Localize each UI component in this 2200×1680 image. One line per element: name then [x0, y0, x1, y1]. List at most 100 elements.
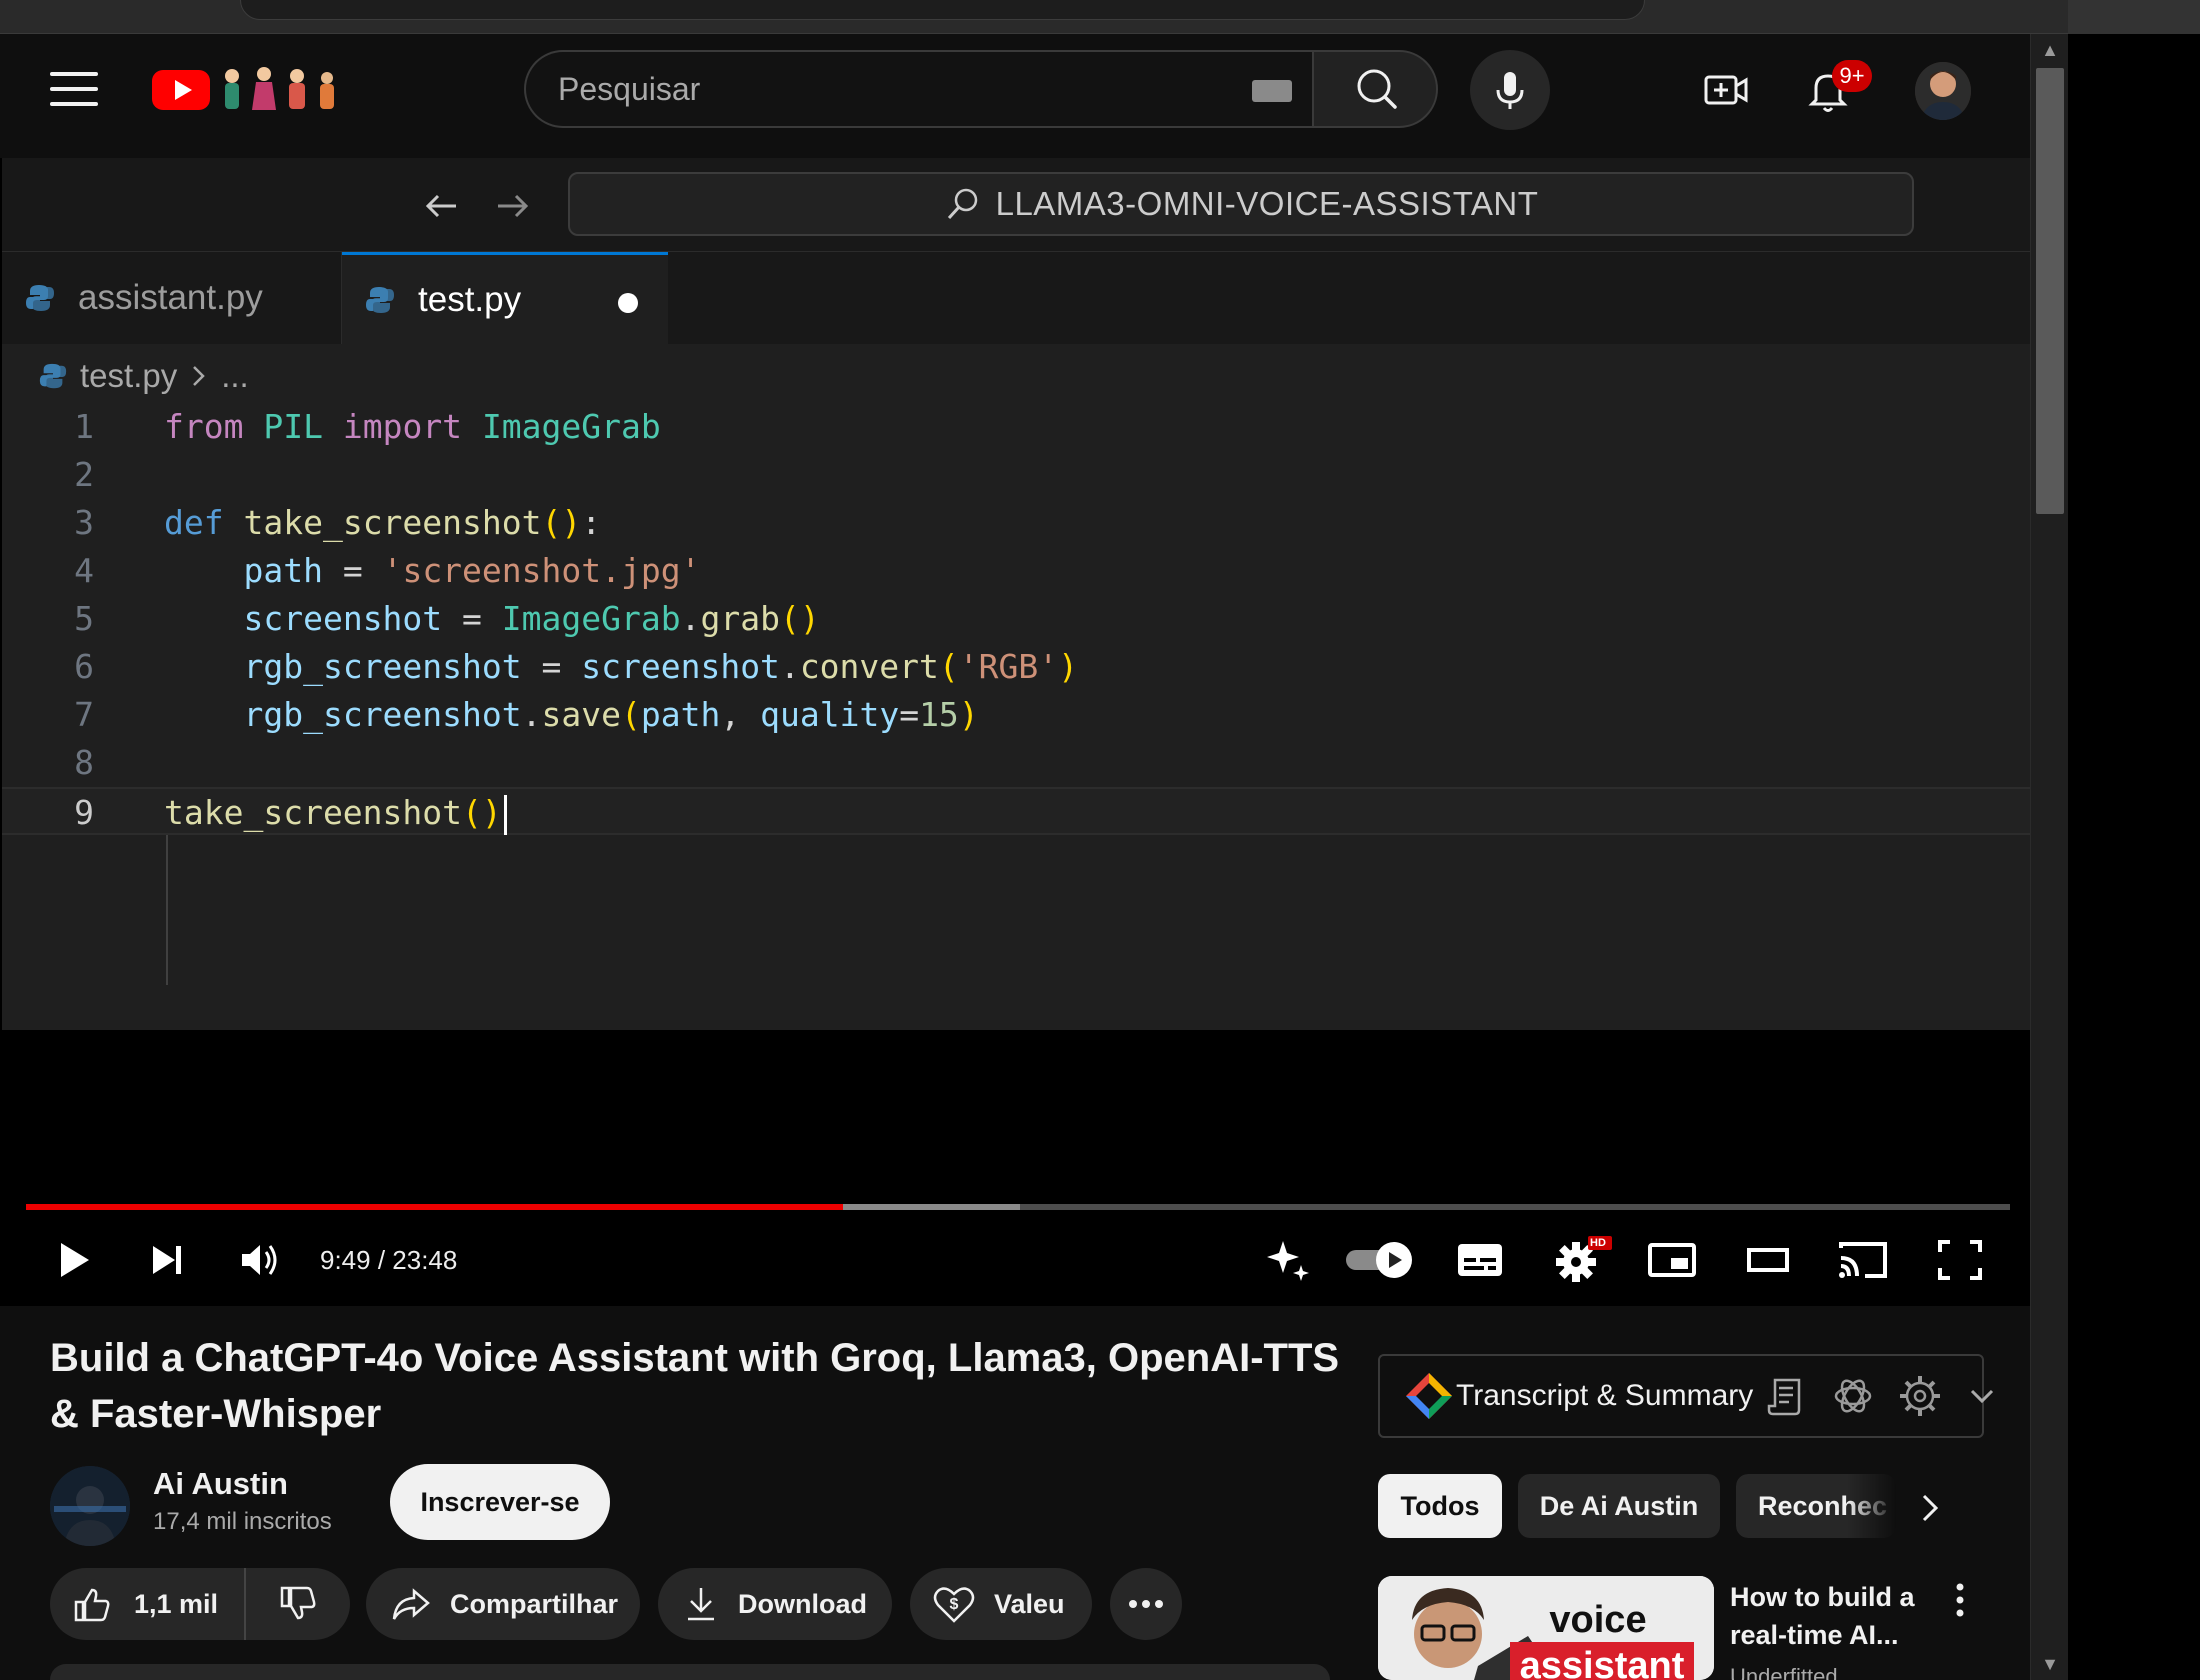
- menu-icon[interactable]: [50, 72, 98, 108]
- code-editor[interactable]: 1 from PIL import ImageGrab 2 3 def take_scr…: [2, 403, 2030, 1003]
- thumb-text-assistant: assistant: [1520, 1645, 1685, 1680]
- chip-all[interactable]: Todos: [1378, 1474, 1502, 1538]
- voice-search-button[interactable]: [1470, 50, 1550, 130]
- breadcrumb-rest[interactable]: ...: [221, 357, 249, 395]
- autoplay-toggle[interactable]: [1344, 1232, 1416, 1288]
- extension-logo-icon: [1406, 1373, 1452, 1419]
- like-count: 1,1 mil: [134, 1588, 219, 1619]
- miniplayer-button[interactable]: [1646, 1232, 1698, 1288]
- code-line[interactable]: 3 def take_screenshot():: [2, 499, 2030, 547]
- ai-features-button[interactable]: [1260, 1232, 1316, 1288]
- code-token: 'screenshot.jpg': [382, 551, 701, 590]
- volume-button[interactable]: [234, 1232, 288, 1288]
- code-token: ImageGrab: [481, 407, 661, 446]
- recommended-title[interactable]: How to build a real-time AI...: [1730, 1578, 1930, 1654]
- code-line[interactable]: 2: [2, 451, 2030, 499]
- search-input[interactable]: [558, 68, 1198, 110]
- code-token: =: [521, 647, 582, 686]
- microphone-icon: [1496, 72, 1524, 109]
- search-icon: [947, 188, 977, 220]
- more-actions-button[interactable]: [1110, 1568, 1182, 1640]
- arrow-left-icon[interactable]: [422, 188, 462, 224]
- download-button[interactable]: Download: [658, 1568, 892, 1640]
- thumbs-down-icon: [280, 1586, 316, 1620]
- code-line[interactable]: 9 take_screenshot(): [2, 787, 2030, 835]
- subscribe-button[interactable]: Inscrever-se: [390, 1464, 610, 1540]
- chevron-right-icon[interactable]: [1914, 1490, 1946, 1526]
- settings-button[interactable]: HD: [1550, 1232, 1614, 1288]
- channel-avatar[interactable]: [50, 1466, 130, 1546]
- chevron-down-icon[interactable]: [1966, 1382, 1998, 1410]
- next-icon: [153, 1246, 181, 1274]
- code-text: rgb_screenshot.save(path, quality=15): [164, 691, 978, 739]
- unsaved-dot-icon[interactable]: [618, 293, 638, 313]
- cast-button[interactable]: [1836, 1232, 1892, 1288]
- code-line[interactable]: 5 screenshot = ImageGrab.grab(): [2, 595, 2030, 643]
- chip-recognized[interactable]: Reconhec: [1736, 1474, 1896, 1538]
- tab-assistant-py[interactable]: assistant.py: [2, 252, 342, 344]
- transcript-extension[interactable]: Transcript & Summary: [1378, 1354, 1984, 1438]
- browser-address-bar[interactable]: [240, 0, 1645, 20]
- youtube-logo[interactable]: [152, 64, 342, 114]
- line-number: 3: [74, 503, 94, 542]
- share-label: Compartilhar: [450, 1588, 619, 1619]
- scroll-up-icon[interactable]: ▲: [2038, 38, 2062, 62]
- like-button[interactable]: 1,1 mil: [50, 1568, 246, 1640]
- chevron-right-icon: [193, 366, 205, 386]
- cast-icon: [1839, 1242, 1887, 1278]
- channel-name[interactable]: Ai Austin: [153, 1466, 288, 1502]
- share-button[interactable]: Compartilhar: [366, 1568, 640, 1640]
- code-text: rgb_screenshot = screenshot.convert('RGB…: [164, 643, 1078, 691]
- code-token: :: [581, 503, 602, 542]
- code-token: quality: [760, 695, 900, 734]
- tab-test-py[interactable]: test.py: [342, 252, 668, 344]
- browser-address-strip: [0, 0, 2068, 34]
- thumb-text-voice: voice: [1549, 1599, 1646, 1641]
- code-token: .: [680, 599, 701, 638]
- code-line[interactable]: 6 rgb_screenshot = screenshot.convert('R…: [2, 643, 2030, 691]
- tab-label: assistant.py: [78, 278, 263, 317]
- code-token: screenshot: [581, 647, 780, 686]
- line-number: 2: [74, 455, 94, 494]
- progress-played: [26, 1204, 843, 1210]
- subtitles-button[interactable]: [1454, 1232, 1506, 1288]
- breadcrumb-file[interactable]: test.py: [80, 357, 177, 395]
- code-line[interactable]: 1 from PIL import ImageGrab: [2, 403, 2030, 451]
- fullscreen-button[interactable]: [1934, 1232, 1986, 1288]
- code-token: rgb_screenshot: [243, 695, 522, 734]
- line-number: 5: [74, 599, 94, 638]
- code-token: (: [621, 695, 641, 734]
- code-line[interactable]: 7 rgb_screenshot.save(path, quality=15): [2, 691, 2030, 739]
- account-avatar[interactable]: [1915, 62, 1971, 120]
- command-center[interactable]: LLAMA3-OMNI-VOICE-ASSISTANT: [568, 172, 1914, 236]
- create-video-button[interactable]: [1700, 64, 1752, 116]
- code-token: take_screenshot: [243, 503, 542, 542]
- recommended-channel: Underfitted: [1730, 1664, 1838, 1680]
- arrow-right-icon[interactable]: [492, 188, 532, 224]
- scroll-down-icon[interactable]: ▼: [2038, 1652, 2062, 1676]
- code-token: ImageGrab: [501, 599, 681, 638]
- chip-from-channel[interactable]: De Ai Austin: [1518, 1474, 1720, 1538]
- more-vertical-icon[interactable]: [1950, 1580, 1970, 1620]
- keyboard-icon[interactable]: [1252, 80, 1292, 102]
- dislike-button[interactable]: [246, 1568, 350, 1640]
- recommended-thumbnail[interactable]: voice assistant: [1378, 1576, 1714, 1680]
- scrollbar-thumb[interactable]: [2036, 68, 2064, 514]
- code-token: =: [322, 551, 383, 590]
- svg-text:$: $: [950, 1596, 959, 1613]
- description-box[interactable]: [50, 1664, 1330, 1680]
- thanks-button[interactable]: $ Valeu: [910, 1568, 1092, 1640]
- theater-mode-button[interactable]: [1742, 1232, 1794, 1288]
- code-line[interactable]: 4 path = 'screenshot.jpg': [2, 547, 2030, 595]
- next-button[interactable]: [140, 1232, 194, 1288]
- python-file-icon: [39, 363, 67, 389]
- search-button[interactable]: [1312, 50, 1438, 128]
- search-box: [524, 50, 1312, 128]
- code-line[interactable]: 8: [2, 739, 2030, 787]
- play-button[interactable]: [48, 1232, 98, 1288]
- create-video-icon: [1704, 75, 1748, 105]
